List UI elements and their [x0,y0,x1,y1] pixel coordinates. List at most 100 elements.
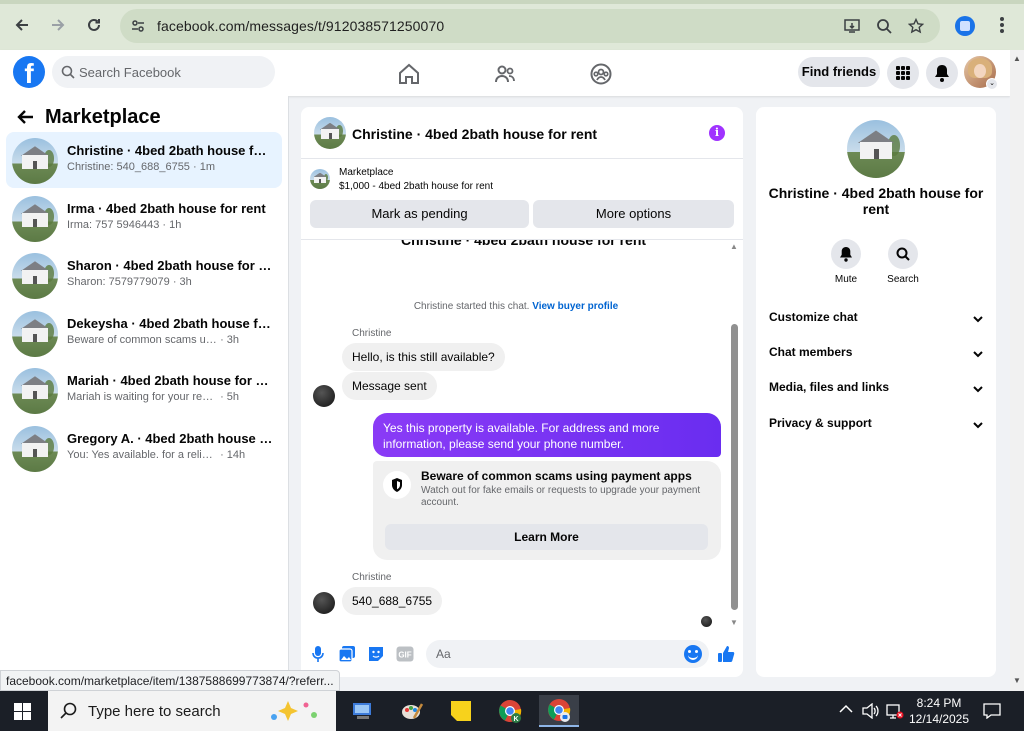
emoji-icon[interactable] [684,645,702,663]
gif-icon[interactable]: GIF [395,644,415,664]
site-settings-icon[interactable] [130,18,146,39]
taskbar-clock[interactable]: 8:24 PM 12/14/2025 [900,695,978,727]
taskbar-search-input[interactable]: Type here to search [48,691,336,731]
sender-avatar[interactable] [313,592,335,614]
message-input[interactable]: Aa [426,640,709,668]
conversation-item[interactable]: Mariah · 4bed 2bath house for rent Maria… [6,362,282,418]
scroll-down-arrow-icon[interactable]: ▼ [730,618,738,627]
find-friends-button[interactable]: Find friends [798,57,880,87]
conversation-item[interactable]: Irma · 4bed 2bath house for rent Irma: 7… [6,190,282,246]
conversation-item[interactable]: Gregory A. · 4bed 2bath house for... You… [6,420,282,476]
home-icon[interactable] [397,62,421,86]
conversation-snippet: Beware of common scams using pay... [67,334,217,346]
action-center-icon[interactable] [983,703,1001,722]
microphone-icon[interactable] [308,644,328,664]
sender-avatar[interactable] [313,385,335,407]
conversation-item[interactable]: Christine · 4bed 2bath house for r... Ch… [6,132,282,188]
row-label: Media, files and links [769,380,890,394]
back-icon[interactable] [9,12,35,38]
zoom-icon[interactable] [875,17,893,35]
outgoing-message[interactable]: Yes this property is available. For addr… [373,413,721,457]
incoming-message[interactable]: Hello, is this still available? [342,343,505,371]
marketplace-conversation-list: Marketplace Christine · 4bed 2bath house… [0,96,289,676]
thread-scrollbar[interactable] [731,324,738,610]
info-icon[interactable]: i [709,125,725,141]
photo-icon[interactable] [337,644,357,664]
page-scroll-up-icon[interactable]: ▲ [1013,54,1021,63]
thumbs-up-icon[interactable] [716,644,736,664]
message-thread: Christine · 4bed 2bath house for rent Ch… [301,239,743,633]
volume-icon[interactable] [862,702,880,722]
page-scroll-down-icon[interactable]: ▼ [1013,676,1021,685]
listing-thumbnail [12,426,58,472]
media-files-links-row[interactable]: Media, files and links [769,380,985,400]
browser-menu-icon[interactable] [994,14,1010,36]
extension-icon[interactable] [955,16,975,36]
conversation-snippet: You: Yes available. for a reliable tena.… [67,449,217,461]
search-icon [888,239,918,269]
listing-thumbnail [12,138,58,184]
conversation-snippet: Mariah is waiting for your response. [67,391,217,403]
incoming-message[interactable]: Message sent [342,372,437,400]
forward-icon[interactable] [45,12,71,38]
search-in-chat-button[interactable]: Search [878,239,928,285]
scroll-up-arrow-icon[interactable]: ▲ [730,242,738,251]
more-options-button[interactable]: More options [533,200,734,228]
chat-details-thumbnail[interactable] [847,120,905,178]
taskbar-app-paint-icon[interactable] [392,695,432,727]
listing-mini-thumbnail[interactable] [310,169,330,189]
chat-title[interactable]: Christine · 4bed 2bath house for rent [352,126,597,142]
account-chevron-icon[interactable]: ⌄ [986,78,998,90]
row-label: Customize chat [769,310,858,324]
conversation-time: · 14h [220,449,246,461]
friends-icon[interactable] [493,62,517,86]
sticker-icon[interactable] [366,644,386,664]
facebook-search-input[interactable]: Search Facebook [52,56,275,88]
groups-icon[interactable] [589,62,613,86]
customize-chat-row[interactable]: Customize chat [769,310,985,330]
chat-details-title: Christine · 4bed 2bath house for rent [768,185,984,217]
privacy-support-row[interactable]: Privacy & support [769,416,985,436]
back-arrow-icon[interactable] [16,109,34,130]
listing-thumbnail [12,368,58,414]
facebook-logo-icon[interactable]: f [13,56,45,88]
chat-thumbnail[interactable] [314,117,346,149]
taskbar-app-chrome-profile-icon[interactable]: K [490,695,530,727]
taskbar-app-sticky-notes-icon[interactable] [441,695,481,727]
seen-indicator-avatar [701,616,712,627]
taskbar-app-file-explorer-icon[interactable] [343,695,383,727]
reload-icon[interactable] [81,12,107,38]
chat-members-row[interactable]: Chat members [769,345,985,365]
conversation-snippet: Irma: 757 5946443 [67,219,160,231]
scam-warning-card: Beware of common scams using payment app… [373,461,721,560]
chat-panel: Christine · 4bed 2bath house for rent i … [301,107,743,677]
view-buyer-profile-link[interactable]: View buyer profile [532,301,618,312]
windows-start-icon[interactable] [14,703,31,720]
menu-grid-icon[interactable] [887,57,919,89]
incoming-message[interactable]: 540_688_6755 [342,587,443,615]
chat-started-text: Christine started this chat. [413,301,530,312]
learn-more-button[interactable]: Learn More [385,524,708,550]
conversation-item[interactable]: Dekeysha · 4bed 2bath house for r... Bew… [6,305,282,361]
page-scrollbar[interactable]: ▲ ▼ [1010,50,1024,691]
sender-name: Christine [352,328,392,339]
bookmark-star-icon[interactable] [907,17,925,35]
sidebar-title: Marketplace [45,106,161,128]
mark-as-pending-button[interactable]: Mark as pending [310,200,529,228]
listing-thumbnail [12,311,58,357]
notifications-bell-icon[interactable] [926,57,958,89]
conversation-time: · 3h [220,334,240,346]
conversation-item[interactable]: Sharon · 4bed 2bath house for rent Sharo… [6,247,282,303]
address-bar[interactable]: facebook.com/messages/t/912038571250070 [120,9,940,43]
tray-chevron-up-icon[interactable] [839,703,853,717]
scam-warning-title: Beware of common scams using payment app… [421,469,692,483]
install-app-icon[interactable] [843,17,861,35]
taskbar-app-chrome-active-icon[interactable] [539,695,579,727]
listing-price[interactable]: $1,000 - 4bed 2bath house for rent [339,181,493,192]
conversation-time: · 3h [172,276,192,288]
conversation-name: Mariah · 4bed 2bath house for rent [67,373,273,388]
chat-header: Christine · 4bed 2bath house for rent i [301,107,743,159]
chevron-down-icon [973,382,983,396]
mute-button[interactable]: Mute [821,239,871,285]
conversation-name: Sharon · 4bed 2bath house for rent [67,258,273,273]
